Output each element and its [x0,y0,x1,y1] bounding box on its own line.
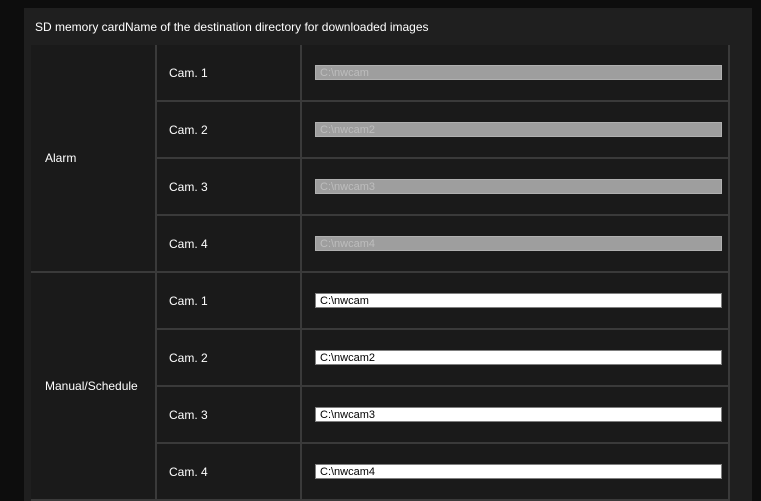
alarm-cam-3-directory-input [315,179,722,195]
alarm-group-label: Alarm [31,45,157,273]
alarm-cam-4-label: Cam. 4 [157,216,302,273]
alarm-cam-3-label: Cam. 3 [157,159,302,216]
table-row: Alarm Cam. 1 [31,45,730,273]
alarm-cam-2-directory-input [315,122,722,138]
alarm-cam-2-label: Cam. 2 [157,102,302,159]
manual-cam-4-directory-input[interactable] [315,464,722,480]
manual-cam-3-label: Cam. 3 [157,387,302,444]
manual-schedule-group-label: Manual/Schedule [31,273,157,501]
manual-cam-2-label: Cam. 2 [157,330,302,387]
alarm-cam-1-directory-input [315,65,722,81]
manual-cam-3-directory-input[interactable] [315,407,722,423]
alarm-cam-1-label: Cam. 1 [157,45,302,102]
directory-settings-table: Alarm Cam. 1 Cam. 2 Cam. 3 Cam. 4 Manual… [31,45,730,501]
manual-cam-4-label: Cam. 4 [157,444,302,501]
manual-cam-1-directory-input[interactable] [315,293,722,309]
settings-panel: SD memory cardName of the destination di… [24,8,752,501]
table-row: Manual/Schedule Cam. 1 [31,273,730,501]
manual-cam-2-directory-input[interactable] [315,350,722,366]
alarm-cam-4-directory-input [315,236,722,252]
section-header: SD memory cardName of the destination di… [35,19,429,34]
manual-cam-1-label: Cam. 1 [157,273,302,330]
